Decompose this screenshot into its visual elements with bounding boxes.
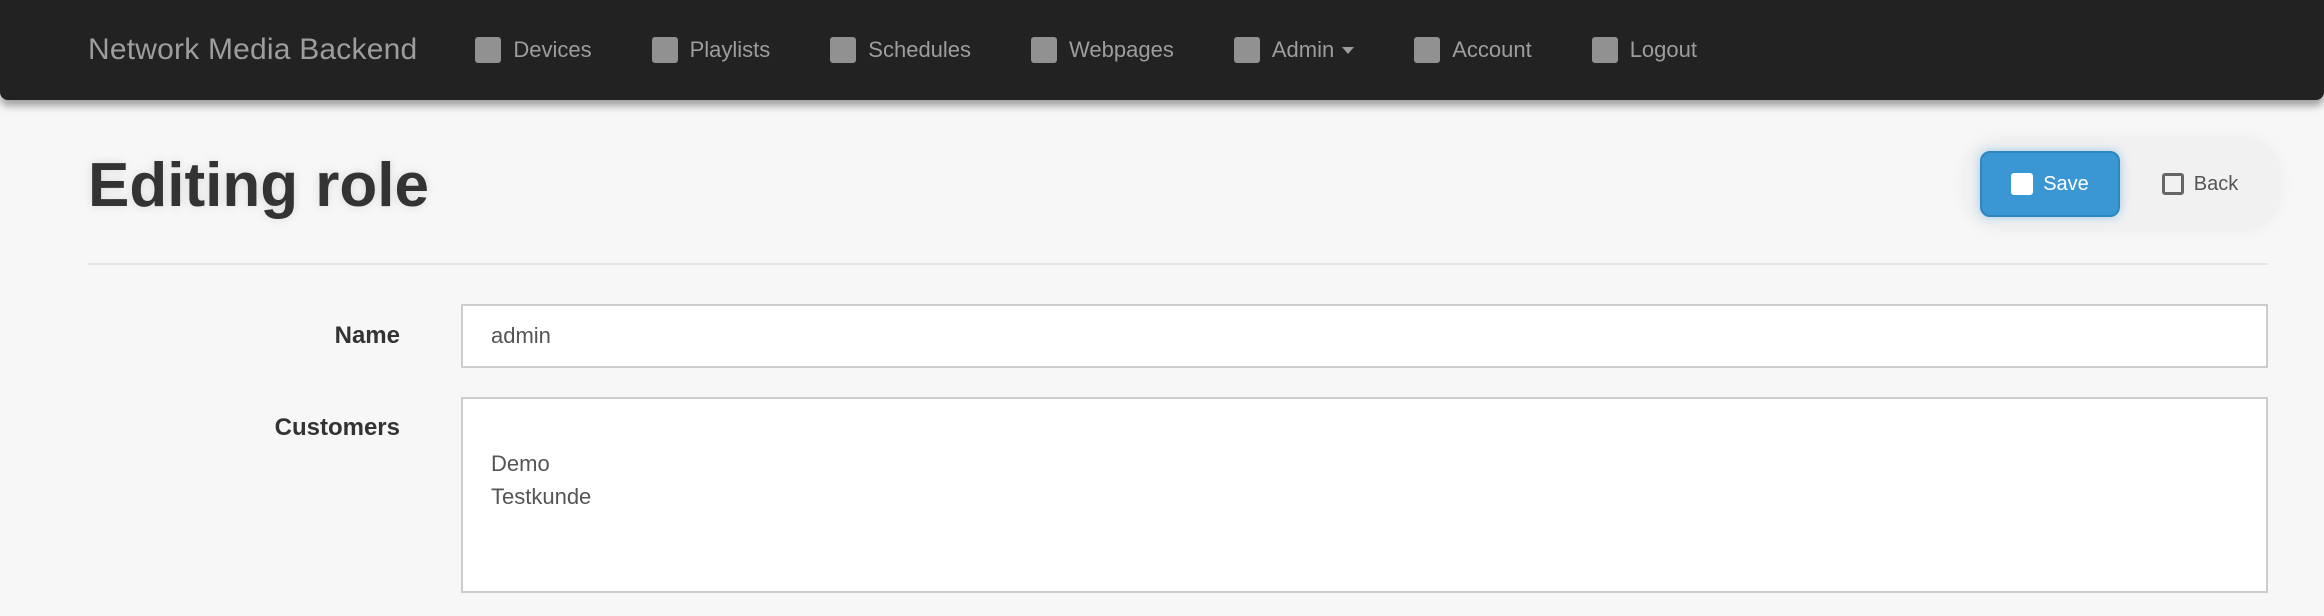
customers-label: Customers: [274, 414, 400, 441]
customer-item: Testkunde: [491, 484, 592, 509]
nav-item-admin[interactable]: Admin: [1204, 0, 1384, 100]
list-icon: [651, 37, 678, 63]
save-button-label: Save: [2043, 172, 2089, 195]
nav-item-label: Logout: [1629, 37, 1697, 62]
nav-item-webpages[interactable]: Webpages: [1001, 0, 1204, 100]
page-title: Editing role: [88, 151, 429, 220]
nav-item-account[interactable]: Account: [1384, 0, 1562, 100]
back-button-label: Back: [2193, 172, 2239, 195]
nav-item-label: Webpages: [1069, 37, 1174, 62]
top-navbar: Network Media Backend Devices Playlists …: [0, 0, 2324, 100]
customer-item: Demo: [491, 451, 550, 476]
logout-icon: [1591, 37, 1618, 63]
name-input[interactable]: [461, 304, 2268, 368]
nav-item-label: Schedules: [868, 37, 972, 62]
nav-menu: Devices Playlists Schedules Webpages Adm…: [475, 0, 1727, 100]
header-divider: [88, 263, 2268, 265]
back-icon: [2161, 173, 2184, 195]
nav-item-label: Devices: [513, 37, 592, 62]
chevron-down-icon: [1342, 46, 1355, 54]
nav-item-devices[interactable]: Devices: [475, 0, 621, 100]
cog-icon: [1233, 37, 1260, 63]
action-toolbar: Save Back: [1962, 136, 2282, 232]
desktop-icon: [475, 37, 502, 63]
navbar-brand[interactable]: Network Media Backend: [88, 33, 417, 67]
nav-item-schedules[interactable]: Schedules: [800, 0, 1001, 100]
calendar-icon: [830, 37, 857, 63]
nav-item-label: Account: [1452, 37, 1532, 62]
user-icon: [1414, 37, 1441, 63]
nav-item-playlists[interactable]: Playlists: [622, 0, 801, 100]
name-label: Name: [334, 322, 400, 349]
back-button[interactable]: Back: [2140, 151, 2260, 217]
nav-item-logout[interactable]: Logout: [1562, 0, 1727, 100]
nav-item-label: Admin: [1271, 37, 1335, 62]
customers-field[interactable]: Demo Testkunde: [461, 397, 2268, 593]
nav-item-label: Playlists: [689, 37, 771, 62]
save-icon: [2011, 173, 2034, 195]
globe-icon: [1031, 37, 1058, 63]
save-button[interactable]: Save: [1980, 151, 2120, 217]
